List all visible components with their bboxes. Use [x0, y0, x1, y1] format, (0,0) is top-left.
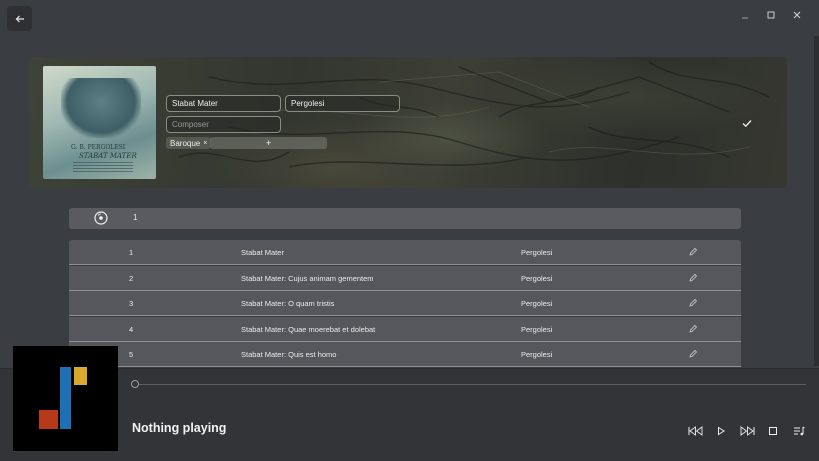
edit-icon[interactable]	[688, 273, 698, 283]
edit-icon[interactable]	[688, 247, 698, 257]
playback-controls	[682, 424, 812, 438]
confirm-button[interactable]	[739, 115, 755, 131]
seek-handle[interactable]	[131, 380, 139, 388]
app-logo-icon	[39, 367, 87, 429]
track-title: Stabat Mater: Quae moerebat et dolebat	[241, 324, 376, 334]
genre-chip[interactable]: Baroque ×	[166, 137, 212, 149]
maximize-button[interactable]	[758, 6, 784, 24]
track-artist: Pergolesi	[521, 273, 553, 283]
album-artist-field[interactable]: Pergolesi	[285, 95, 400, 112]
cover-text-composer: G. B. PERGOLESI	[71, 144, 126, 151]
track-title: Stabat Mater: Quis est homo	[241, 350, 337, 360]
now-playing-status: Nothing playing	[132, 421, 227, 435]
track-number: 3	[129, 299, 134, 309]
track-artist: Pergolesi	[521, 299, 553, 309]
stop-icon	[769, 427, 777, 435]
album-header: G. B. PERGOLESI STABAT MATER Stabat Mate…	[29, 57, 787, 188]
track-title: Stabat Mater: O quam tristis	[241, 299, 335, 309]
cover-text-title: STABAT MATER	[79, 152, 137, 160]
cover-figure	[61, 78, 141, 138]
player-bar	[0, 368, 819, 461]
play-button[interactable]	[708, 424, 734, 438]
scrollbar[interactable]	[814, 36, 819, 366]
table-row[interactable]: 5 Stabat Mater: Quis est homo Pergolesi	[69, 342, 741, 368]
edit-icon[interactable]	[688, 349, 698, 359]
queue-icon	[794, 426, 805, 436]
minimize-button[interactable]	[732, 6, 758, 24]
disc-header: 1	[69, 208, 741, 229]
genre-remove-icon[interactable]: ×	[203, 140, 207, 147]
table-row[interactable]: 3 Stabat Mater: O quam tristis Pergolesi	[69, 291, 741, 317]
checkmark-icon	[742, 119, 752, 127]
track-number: 4	[129, 324, 134, 334]
album-cover[interactable]: G. B. PERGOLESI STABAT MATER	[43, 66, 156, 179]
disc-icon	[94, 211, 108, 225]
track-title: Stabat Mater: Cujus animam gementem	[241, 273, 374, 283]
stop-button[interactable]	[760, 424, 786, 438]
now-playing-artwork	[13, 346, 118, 451]
track-artist: Pergolesi	[521, 248, 553, 257]
seek-bar[interactable]	[135, 384, 806, 385]
edit-icon[interactable]	[688, 324, 698, 334]
queue-button[interactable]	[786, 424, 812, 438]
play-icon	[718, 426, 725, 436]
arrow-left-icon	[15, 15, 24, 22]
next-button[interactable]	[734, 424, 760, 438]
skip-forward-icon	[740, 426, 754, 436]
album-title-field[interactable]: Stabat Mater	[166, 95, 281, 112]
add-genre-button[interactable]: +	[210, 137, 327, 149]
back-button[interactable]	[7, 6, 32, 31]
track-number: 1	[129, 248, 134, 257]
window-controls	[732, 6, 810, 24]
edit-icon[interactable]	[688, 298, 698, 308]
maximize-icon	[767, 11, 775, 19]
plus-icon: +	[265, 138, 272, 148]
track-title: Stabat Mater	[241, 248, 284, 257]
cover-fine-print	[73, 162, 133, 172]
composer-field[interactable]: Composer	[166, 116, 281, 133]
skip-back-icon	[688, 426, 702, 436]
table-row[interactable]: 2 Stabat Mater: Cujus animam gementem Pe…	[69, 265, 741, 291]
track-artist: Pergolesi	[521, 324, 553, 334]
minimize-icon	[742, 17, 748, 19]
track-list: 1 Stabat Mater Pergolesi 2 Stabat Mater:…	[69, 240, 741, 368]
table-row[interactable]: 1 Stabat Mater Pergolesi	[69, 240, 741, 265]
track-number: 2	[129, 273, 134, 283]
close-icon	[793, 11, 801, 19]
track-artist: Pergolesi	[521, 350, 553, 360]
disc-number: 1	[133, 213, 138, 222]
genre-chip-label: Baroque	[170, 138, 201, 148]
close-button[interactable]	[784, 6, 810, 24]
table-row[interactable]: 4 Stabat Mater: Quae moerebat et dolebat…	[69, 316, 741, 342]
previous-button[interactable]	[682, 424, 708, 438]
track-number: 5	[129, 350, 134, 360]
